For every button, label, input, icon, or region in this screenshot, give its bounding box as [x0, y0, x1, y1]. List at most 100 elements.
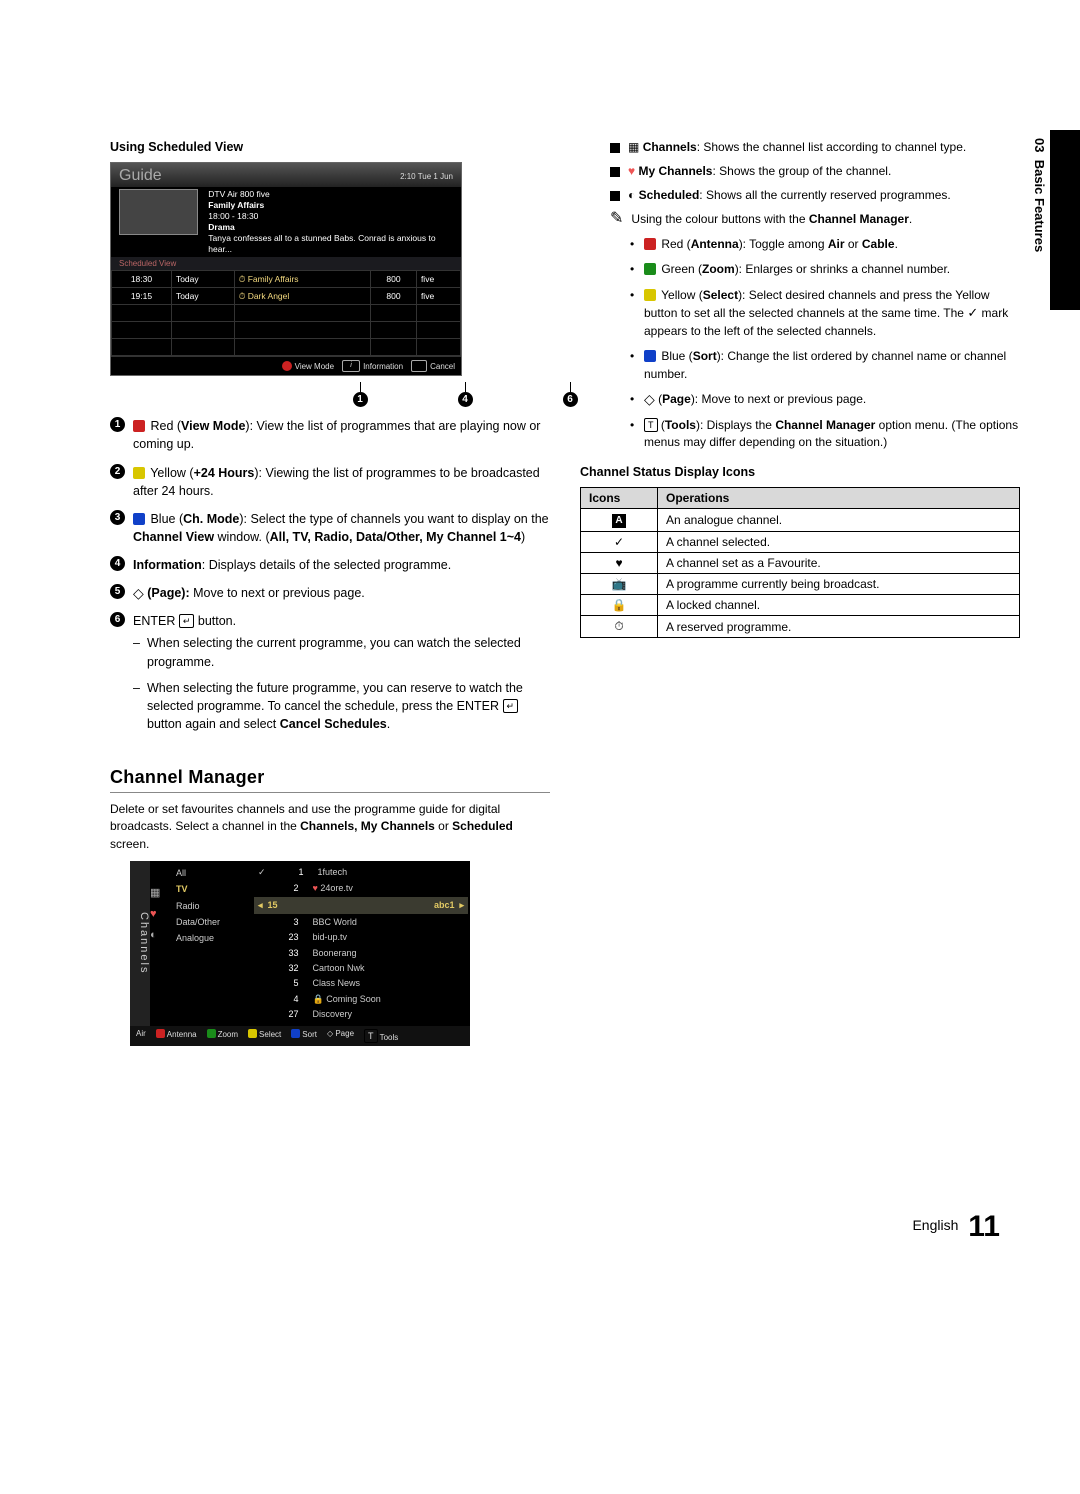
guide-thumbnail [119, 189, 198, 235]
list-item: 5 ◇ (Page): Move to next or previous pag… [110, 584, 550, 602]
section-rule [110, 792, 550, 793]
icons-col-header: Icons [581, 488, 658, 509]
green-colour-icon [644, 263, 656, 275]
list-item: ♥ My Channels: Shows the group of the ch… [610, 164, 1020, 178]
operations-col-header: Operations [658, 488, 1020, 509]
right-column: ▦ Channels: Shows the channel list accor… [580, 140, 1020, 1046]
guide-header: Guide 2:10 Tue 1 Jun [111, 163, 461, 187]
list-item: 1 Red (View Mode): View the list of prog… [110, 417, 550, 453]
blue-colour-icon [133, 513, 145, 525]
red-colour-icon [644, 238, 656, 250]
red-colour-icon [133, 420, 145, 432]
note-item: ✎ Using the colour buttons with the Chan… [610, 212, 1020, 226]
left-column: Using Scheduled View Guide 2:10 Tue 1 Ju… [110, 140, 550, 1046]
chmgr-categories: All TV Radio Data/Other Analogue [170, 861, 252, 1026]
table-row: 🔒A locked channel. [581, 595, 1020, 616]
guide-footer: View Mode iInformation Cancel [111, 356, 461, 375]
information-key: iInformation [342, 360, 403, 372]
note-hand-icon: ✎ [610, 212, 623, 226]
channel-mgr-tabs-list: ▦ Channels: Shows the channel list accor… [610, 140, 1020, 202]
footer-page-number: 11 [968, 1210, 1000, 1243]
chapter-number: 03 [1032, 138, 1047, 152]
blue-key-icon [291, 1029, 300, 1038]
heart-icon: ♥ [628, 164, 635, 178]
lock-icon: 🔒 [612, 598, 627, 612]
scheduled-icon: ◐ [628, 188, 635, 202]
list-item: 2 Yellow (+24 Hours): Viewing the list o… [110, 464, 550, 500]
guide-meta: DTV Air 800 five Family Affairs 18:00 - … [111, 187, 461, 257]
return-key-icon [411, 360, 427, 372]
colour-buttons-list: Red (Antenna): Toggle among Air or Cable… [610, 236, 1020, 451]
list-item: 4🔒 Coming Soon [258, 992, 464, 1007]
list-item: 27Discovery [258, 1007, 464, 1022]
callout-6: 6 [563, 392, 578, 407]
broadcast-icon: 📺 [612, 577, 627, 591]
manual-page: 03 Basic Features Using Scheduled View G… [0, 0, 1080, 1494]
sub-item: When selecting the future programme, you… [133, 679, 550, 733]
table-row: ✓A channel selected. [581, 532, 1020, 553]
list-item: 5Class News [258, 976, 464, 991]
red-key-icon [156, 1029, 165, 1038]
page-updown-icon: ◇ [644, 394, 655, 404]
yellow-key-icon [248, 1029, 257, 1038]
guide-title: Guide [119, 167, 162, 185]
list-item: 4 Information: Displays details of the s… [110, 556, 550, 574]
footer-lang: English [912, 1217, 958, 1233]
heart-icon: ♥ [615, 556, 622, 570]
guide-channel-line: DTV Air 800 five [208, 189, 453, 200]
list-item: Yellow (Select): Select desired channels… [630, 287, 1020, 341]
page-footer: English 11 [912, 1210, 1000, 1244]
chmgr-side-label: Channels [130, 861, 150, 1026]
lock-icon: 🔒 [313, 994, 324, 1004]
icons-table-heading: Channel Status Display Icons [580, 465, 1020, 479]
scheduled-cat-icon: ◐ [150, 925, 170, 946]
blue-colour-icon [644, 350, 656, 362]
chapter-title: Basic Features [1032, 160, 1047, 253]
callout-4: 4 [458, 392, 473, 407]
list-item: Red (Antenna): Toggle among Air or Cable… [630, 236, 1020, 253]
page-updown-icon: ◇ [133, 588, 144, 598]
list-item: 6 ENTER ↵ button. When selecting the cur… [110, 612, 550, 741]
section-tab-bar [1050, 130, 1080, 310]
channel-icons-table: Icons Operations AAn analogue channel. ✓… [580, 487, 1020, 638]
list-item: ◐ Scheduled: Shows all the currently res… [610, 188, 1020, 202]
list-item: 2♥ 24ore.tv [258, 881, 464, 896]
view-mode-key: View Mode [282, 360, 334, 372]
section-tab-label: 03 Basic Features [1032, 138, 1047, 252]
list-item: ▦ Channels: Shows the channel list accor… [610, 140, 1020, 154]
chmgr-channel-list: ✓11futech 2♥ 24ore.tv ◂ 15 abc1 ▸ 3BBC W… [252, 861, 470, 1026]
analogue-icon: A [612, 514, 626, 528]
numbered-instruction-list: 1 Red (View Mode): View the list of prog… [110, 417, 550, 741]
yellow-colour-icon [133, 467, 145, 479]
guide-scheduled-row: Scheduled View [111, 257, 461, 270]
table-row: 19:15 Today ⏱ Dark Angel 800 five [112, 288, 461, 305]
guide-screenshot: Guide 2:10 Tue 1 Jun DTV Air 800 five Fa… [110, 162, 462, 376]
guide-clock: 2:10 Tue 1 Jun [400, 172, 453, 181]
list-item: ◇ (Page): Move to next or previous page. [630, 391, 1020, 408]
enter-key-icon: ↵ [503, 699, 519, 713]
green-key-icon [207, 1029, 216, 1038]
tools-key-icon: T [364, 1029, 378, 1043]
guide-programme: Family Affairs [208, 200, 264, 210]
list-item: Green (Zoom): Enlarges or shrinks a chan… [630, 261, 1020, 278]
list-item: 3BBC World [258, 915, 464, 930]
channel-manager-heading: Channel Manager [110, 767, 550, 788]
square-bullet-icon [610, 167, 620, 177]
table-row: ⏱A reserved programme. [581, 616, 1020, 638]
guide-time: 18:00 - 18:30 [208, 211, 453, 222]
channel-manager-intro: Delete or set favourites channels and us… [110, 801, 550, 853]
highlighted-channel: ◂ 15 abc1 ▸ [254, 897, 468, 914]
enter-key-icon: ↵ [179, 614, 195, 628]
callout-1: 1 [353, 392, 368, 407]
reserved-icon: ⏱ [614, 619, 623, 633]
list-item: Blue (Sort): Change the list ordered by … [630, 348, 1020, 383]
table-row: 18:30 Today ⏱ Family Affairs 800 five [112, 271, 461, 288]
list-item: 33Boonerang [258, 946, 464, 961]
chmgr-footer: Air Antenna Zoom Select Sort ◇ Page T To… [130, 1026, 470, 1046]
cancel-key: Cancel [411, 360, 455, 372]
list-item: 23bid-up.tv [258, 930, 464, 945]
channels-cat-icon: ▦ [150, 883, 170, 904]
list-item: 3 Blue (Ch. Mode): Select the type of ch… [110, 510, 550, 546]
list-item: ✓11futech [258, 865, 464, 880]
guide-synopsis: Tanya confesses all to a stunned Babs. C… [208, 233, 453, 255]
